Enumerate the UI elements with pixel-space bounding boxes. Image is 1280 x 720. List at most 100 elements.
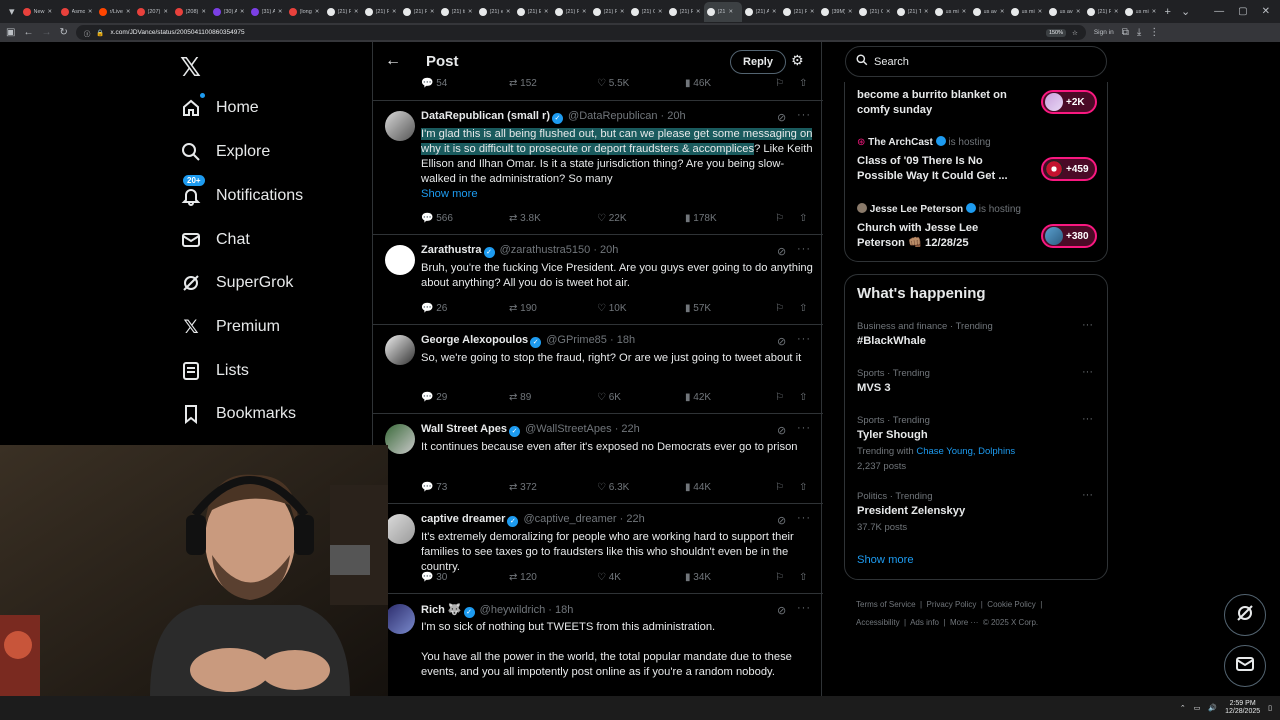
tab-close-icon[interactable]: ✕ <box>696 9 701 15</box>
avatar[interactable] <box>385 424 415 454</box>
x-logo-icon[interactable]: 𝕏 <box>180 52 201 83</box>
share-icon[interactable]: ⇧ <box>799 78 807 89</box>
trend-name[interactable]: MVS 3 <box>857 382 891 394</box>
bookmark-action-icon[interactable]: ⚐ <box>775 572 784 583</box>
browser-tab[interactable]: us mi ✕ <box>1122 2 1160 22</box>
author-handle[interactable]: @WallStreetApes <box>525 423 612 435</box>
author-handle[interactable]: @GPrime85 <box>546 334 607 346</box>
nav-premium[interactable]: 𝕏 Premium <box>180 316 280 338</box>
url-text[interactable]: x.com/JDVance/status/2005041100860354975 <box>110 29 244 36</box>
tab-close-icon[interactable]: ✕ <box>468 9 473 15</box>
trend-name[interactable]: Tyler Shough <box>857 429 928 441</box>
like-action[interactable]: ♡ 10K <box>597 303 627 314</box>
browser-tab[interactable]: (21) F ✕ <box>362 2 400 22</box>
back-arrow-icon[interactable]: ← <box>385 52 401 70</box>
tab-close-icon[interactable]: ✕ <box>620 9 625 15</box>
trend-more-icon[interactable]: ··· <box>1082 489 1093 501</box>
trend-name[interactable]: President Zelenskyy <box>857 505 965 517</box>
author-name[interactable]: DataRepublican (small r) <box>421 110 550 122</box>
reply-tweet[interactable]: Wall Street Apes ✓ @WallStreetApes · 22h ⊘… <box>373 414 823 504</box>
minimize-icon[interactable]: — <box>1214 6 1224 17</box>
browser-tab[interactable]: (21) F ✕ <box>666 2 704 22</box>
browser-tab[interactable]: (39M) ✕ <box>818 2 856 22</box>
show-more-link[interactable]: Show more <box>421 188 478 200</box>
more-options-icon[interactable]: ··· <box>797 512 811 524</box>
views-action[interactable]: ▮ 57K <box>685 303 711 314</box>
tweet-time[interactable]: 20h <box>667 110 685 122</box>
share-icon[interactable]: ⇧ <box>799 213 807 224</box>
reply-action[interactable]: 💬 30 <box>421 572 447 583</box>
tab-close-icon[interactable]: ✕ <box>772 9 777 15</box>
sidebar-toggle-icon[interactable]: ▣ <box>6 27 15 38</box>
like-count[interactable]: ♡ 5.5K <box>597 78 629 89</box>
grok-explain-icon[interactable]: ⊘ <box>777 424 786 437</box>
trends-show-more-link[interactable]: Show more <box>857 554 914 566</box>
tab-close-icon[interactable]: ✕ <box>1152 9 1157 15</box>
trend-more-icon[interactable]: ··· <box>1082 366 1093 378</box>
reply-action[interactable]: 💬 73 <box>421 482 447 493</box>
browser-tab[interactable]: (21) T ✕ <box>894 2 932 22</box>
browser-tab[interactable]: (21) A ✕ <box>742 2 780 22</box>
repost-action[interactable]: ⇄ 120 <box>509 572 537 583</box>
sliders-icon[interactable]: ⚙ <box>791 52 804 69</box>
tab-close-icon[interactable]: ✕ <box>392 9 397 15</box>
bookmark-action-icon[interactable]: ⚐ <box>775 392 784 403</box>
tab-close-icon[interactable]: ✕ <box>88 9 93 15</box>
browser-signin[interactable]: Sign in <box>1094 29 1114 36</box>
browser-tab[interactable]: (207) ✕ <box>134 2 172 22</box>
repost-count[interactable]: ⇄ 152 <box>509 78 537 89</box>
menu-icon[interactable]: ⋮ <box>1149 27 1159 38</box>
author-handle[interactable]: @heywildrich <box>480 604 546 616</box>
maximize-icon[interactable]: ▢ <box>1238 6 1247 17</box>
tab-close-icon[interactable]: ✕ <box>1076 9 1081 15</box>
grok-explain-icon[interactable]: ⊘ <box>777 514 786 527</box>
tab-close-icon[interactable]: ✕ <box>582 9 587 15</box>
browser-tab[interactable]: us ave✕ <box>1046 2 1084 22</box>
tab-close-icon[interactable]: ✕ <box>848 9 853 15</box>
tab-close-icon[interactable]: ✕ <box>924 9 929 15</box>
tab-close-icon[interactable]: ✕ <box>962 9 967 15</box>
browser-tab[interactable]: us ave✕ <box>970 2 1008 22</box>
repost-action[interactable]: ⇄ 89 <box>509 392 531 403</box>
reply-tweet[interactable]: Rich 🐺 ✓ @heywildrich · 18h ⊘ ··· I'm so sic… <box>373 594 823 696</box>
browser-tab[interactable]: New ✕ <box>20 2 58 22</box>
tab-close-icon[interactable]: ✕ <box>278 9 283 15</box>
tab-close-icon[interactable]: ✕ <box>430 9 435 15</box>
like-action[interactable]: ♡ 22K <box>597 213 627 224</box>
reply-count[interactable]: 💬 54 <box>421 78 447 89</box>
author-name[interactable]: Zarathustra <box>421 244 482 256</box>
tab-close-icon[interactable]: ✕ <box>126 9 131 15</box>
bookmark-action-icon[interactable]: ⚐ <box>775 78 784 89</box>
avatar[interactable] <box>385 245 415 275</box>
browser-tab[interactable]: (21) F ✕ <box>400 2 438 22</box>
extensions-icon[interactable]: ⧉ <box>1122 27 1129 38</box>
browser-tab[interactable]: (30) A ✕ <box>210 2 248 22</box>
reply-tweet[interactable]: DataRepublican (small r) ✓ @DataRepublica… <box>373 101 823 235</box>
bookmark-action-icon[interactable]: ⚐ <box>775 482 784 493</box>
reply-button[interactable]: Reply <box>730 50 786 74</box>
browser-tab[interactable]: (21) G✕ <box>628 2 666 22</box>
tab-close-icon[interactable]: ✕ <box>240 9 245 15</box>
avatar[interactable] <box>385 514 415 544</box>
author-handle[interactable]: @captive_dreamer <box>523 513 616 525</box>
tab-close-icon[interactable]: ✕ <box>163 9 168 15</box>
space-host[interactable]: Jesse Lee Peterson is hosting <box>857 203 1021 215</box>
grok-explain-icon[interactable]: ⊘ <box>777 604 786 617</box>
author-name[interactable]: Wall Street Apes <box>421 423 507 435</box>
space-join-pill[interactable]: +380 <box>1041 224 1097 248</box>
share-icon[interactable]: ⇧ <box>799 392 807 403</box>
nav-explore[interactable]: Explore <box>180 141 270 163</box>
tray-chevron-icon[interactable]: ⌃ <box>1180 704 1186 712</box>
space-host[interactable]: ⊛ The ArchCast is hosting <box>857 136 991 148</box>
space-join-pill[interactable]: +459 <box>1041 157 1097 181</box>
browser-tab[interactable]: (31) A ✕ <box>248 2 286 22</box>
network-icon[interactable]: ▭ <box>1194 704 1201 712</box>
nav-home[interactable]: Home <box>180 93 259 119</box>
tab-close-icon[interactable]: ✕ <box>886 9 891 15</box>
space-title[interactable]: Church with Jesse Lee Peterson 👊🏽 12/28/… <box>857 221 1027 251</box>
nav-chat[interactable]: Chat <box>180 229 250 251</box>
reply-action[interactable]: 💬 26 <box>421 303 447 314</box>
notification-center-icon[interactable]: ▯ <box>1268 704 1272 712</box>
tab-close-icon[interactable]: ✕ <box>354 9 359 15</box>
like-action[interactable]: ♡ 6.3K <box>597 482 629 493</box>
